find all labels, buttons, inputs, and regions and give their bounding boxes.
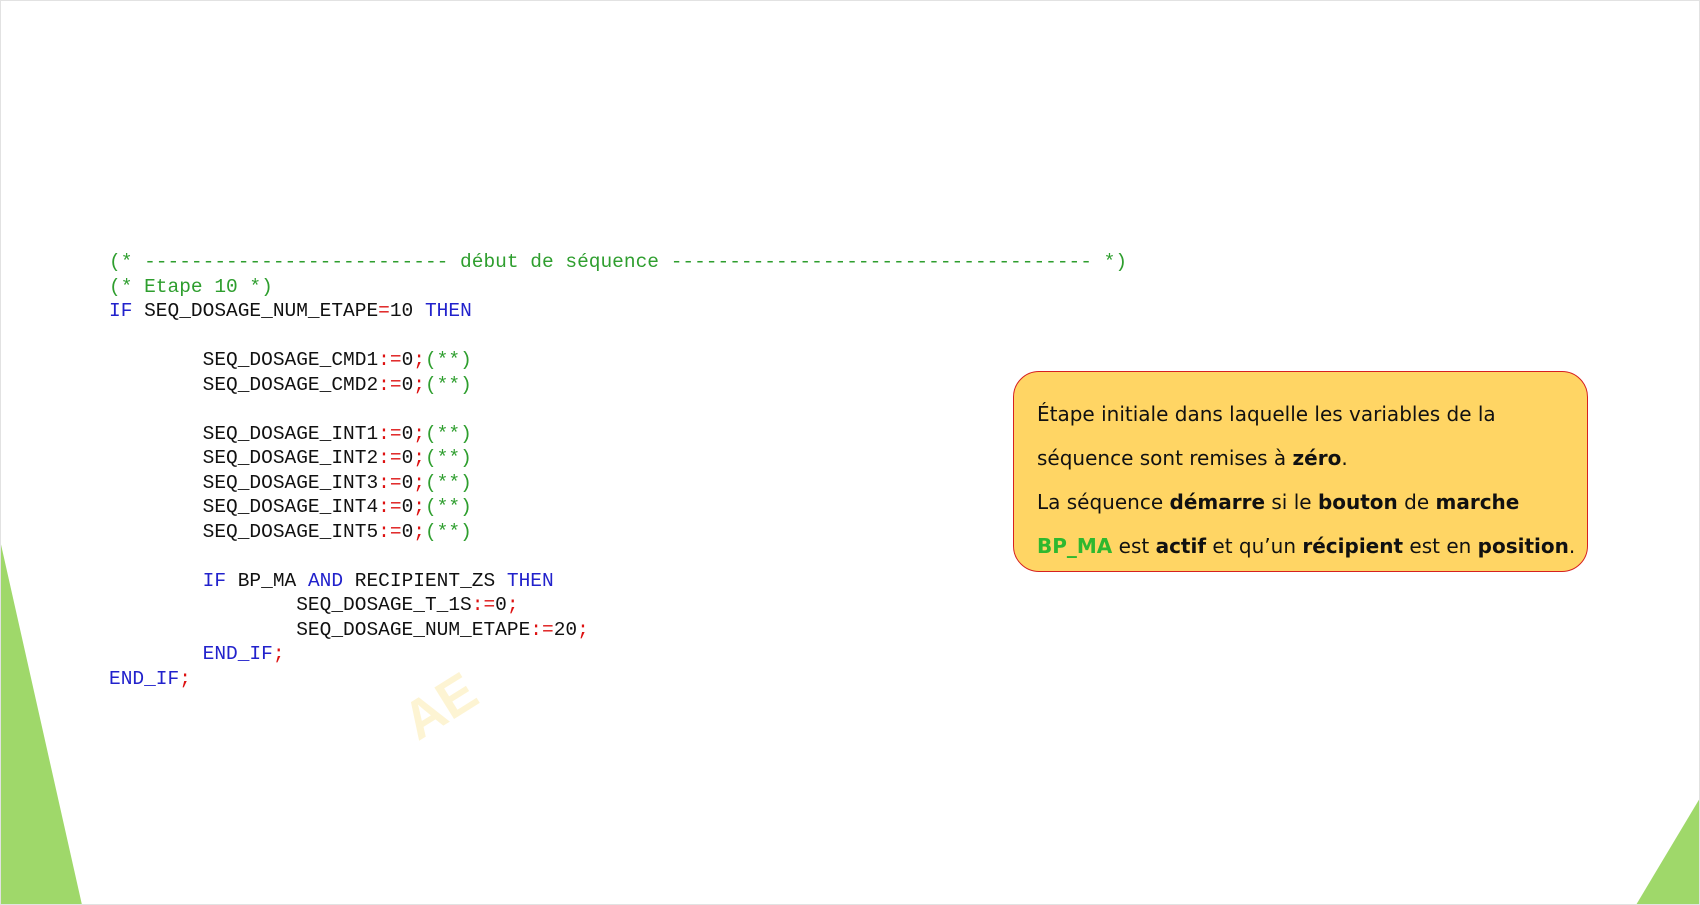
explanation-callout: Étape initiale dans laquelle les variabl…: [1013, 371, 1588, 572]
callout-paragraph-3: BP_MA est actif et qu’un récipient est e…: [1037, 534, 1576, 558]
code-token: SEQ_DOSAGE_INT2: [109, 447, 379, 469]
code-token: (**): [424, 422, 472, 445]
code-line-18: END_IF;: [109, 667, 1127, 692]
right-green-triangle: [1636, 798, 1700, 905]
code-line-4: ​: [109, 324, 1127, 349]
code-token: AND: [307, 569, 344, 592]
code-line-2: (* Etape 10 *): [109, 275, 1127, 300]
code-token: IF: [109, 569, 227, 592]
code-token: ;: [413, 349, 425, 371]
code-token: (**): [424, 496, 472, 518]
code-token: END_IF: [109, 667, 180, 690]
code-token: ;: [179, 667, 191, 690]
code-token: (* -------------------------- début de s…: [109, 251, 1128, 273]
code-line-3: IF SEQ_DOSAGE_NUM_ETAPE=10 THEN: [109, 299, 1127, 324]
code-token: ;: [413, 496, 425, 518]
code-token: 0: [401, 496, 414, 518]
code-token: :=: [378, 349, 402, 371]
code-token: ;: [413, 447, 425, 469]
code-token: 0: [401, 373, 414, 396]
code-token: SEQ_DOSAGE_INT5: [109, 520, 379, 543]
code-token: SEQ_DOSAGE_NUM_ETAPE: [132, 300, 379, 322]
code-token: SEQ_DOSAGE_CMD1: [109, 349, 379, 371]
code-line-12: SEQ_DOSAGE_INT5:=0;(**): [109, 520, 1127, 545]
code-listing: (* -------------------------- début de s…: [109, 250, 1127, 691]
code-token: 0: [401, 447, 414, 469]
code-token: ;: [413, 471, 425, 494]
code-token: BP_MA: [226, 569, 308, 592]
callout-paragraph-2: La séquence démarre si le bouton de marc…: [1037, 490, 1520, 514]
code-token: :=: [378, 496, 402, 518]
code-token: 0: [401, 422, 414, 445]
code-line-15: SEQ_DOSAGE_T_1S:=0;: [109, 593, 1127, 618]
code-token: ;: [413, 520, 425, 543]
code-line-5: SEQ_DOSAGE_CMD1:=0;(**): [109, 348, 1127, 373]
code-line-16: SEQ_DOSAGE_NUM_ETAPE:=20;: [109, 618, 1127, 643]
code-token: :=: [378, 520, 402, 543]
code-token: SEQ_DOSAGE_INT3: [109, 471, 379, 494]
code-token: IF: [109, 300, 133, 322]
code-line-9: SEQ_DOSAGE_INT2:=0;(**): [109, 446, 1127, 471]
code-token: SEQ_DOSAGE_INT4: [109, 496, 379, 518]
code-line-10: SEQ_DOSAGE_INT3:=0;(**): [109, 471, 1127, 496]
code-token: 0: [401, 349, 414, 371]
code-token: :=: [378, 373, 402, 396]
code-token: 0: [401, 520, 414, 543]
code-token: (**): [424, 471, 472, 494]
code-token: (**): [424, 349, 472, 371]
bp-ma-highlight: BP_MA: [1037, 534, 1113, 558]
code-token: RECIPIENT_ZS: [343, 569, 507, 592]
code-token: SEQ_DOSAGE_CMD2: [109, 373, 379, 396]
code-token: ;: [413, 422, 425, 445]
code-token: ;: [272, 643, 285, 665]
code-line-1: (* -------------------------- début de s…: [109, 250, 1127, 275]
code-token: THEN: [424, 300, 472, 322]
code-line-7: ​: [109, 397, 1127, 422]
code-token: 10: [389, 300, 425, 322]
code-token: :=: [378, 471, 402, 494]
code-token: SEQ_DOSAGE_T_1S: [109, 594, 472, 616]
code-line-14: IF BP_MA AND RECIPIENT_ZS THEN: [109, 569, 1127, 594]
code-token: (**): [424, 447, 472, 469]
callout-paragraph-1: Étape initiale dans laquelle les variabl…: [1037, 402, 1496, 470]
code-token: END_IF: [109, 643, 273, 665]
code-line-6: SEQ_DOSAGE_CMD2:=0;(**): [109, 373, 1127, 398]
code-token: (**): [424, 373, 472, 396]
code-token: 0: [401, 471, 414, 494]
code-token: :=: [378, 447, 402, 469]
code-line-11: SEQ_DOSAGE_INT4:=0;(**): [109, 495, 1127, 520]
code-token: :=: [530, 618, 554, 641]
code-token: 20: [553, 618, 578, 641]
code-token: :=: [378, 422, 402, 445]
code-token: SEQ_DOSAGE_NUM_ETAPE: [109, 618, 531, 641]
code-token: :=: [471, 594, 496, 616]
code-token: SEQ_DOSAGE_INT1: [109, 422, 379, 445]
code-token: 0: [495, 594, 507, 616]
code-token: (**): [424, 520, 472, 543]
code-line-8: SEQ_DOSAGE_INT1:=0;(**): [109, 422, 1127, 447]
code-token: ;: [577, 618, 589, 641]
code-token: ;: [506, 594, 519, 616]
code-token: ;: [413, 373, 425, 396]
code-line-13: ​: [109, 544, 1127, 569]
code-token: =: [378, 300, 390, 322]
code-line-17: END_IF;: [109, 642, 1127, 667]
code-token: THEN: [506, 569, 554, 592]
code-token: (* Etape 10 *): [109, 275, 273, 298]
left-green-triangle: [0, 540, 82, 905]
